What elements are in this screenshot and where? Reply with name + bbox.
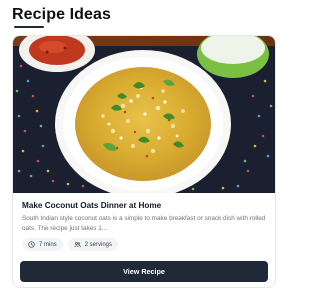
recipe-title: Make Coconut Oats Dinner at Home [22,201,162,210]
recipe-card: Make Coconut Oats Dinner at Home South I… [12,35,276,288]
recipe-description: South Indian style coconut oats is a sim… [22,215,266,233]
time-badge: 7 mins [22,238,63,251]
servings-label: 2 servings [84,241,113,248]
time-label: 7 mins [39,241,57,248]
servings-badge: 2 servings [67,238,119,251]
users-icon [73,241,81,248]
section-title: Recipe Ideas [12,6,112,23]
recipe-image [13,36,275,193]
recipe-meta: 7 mins 2 servings [22,238,119,251]
clock-icon [28,241,35,248]
title-underline [14,26,44,28]
view-recipe-button[interactable]: View Recipe [20,261,268,282]
